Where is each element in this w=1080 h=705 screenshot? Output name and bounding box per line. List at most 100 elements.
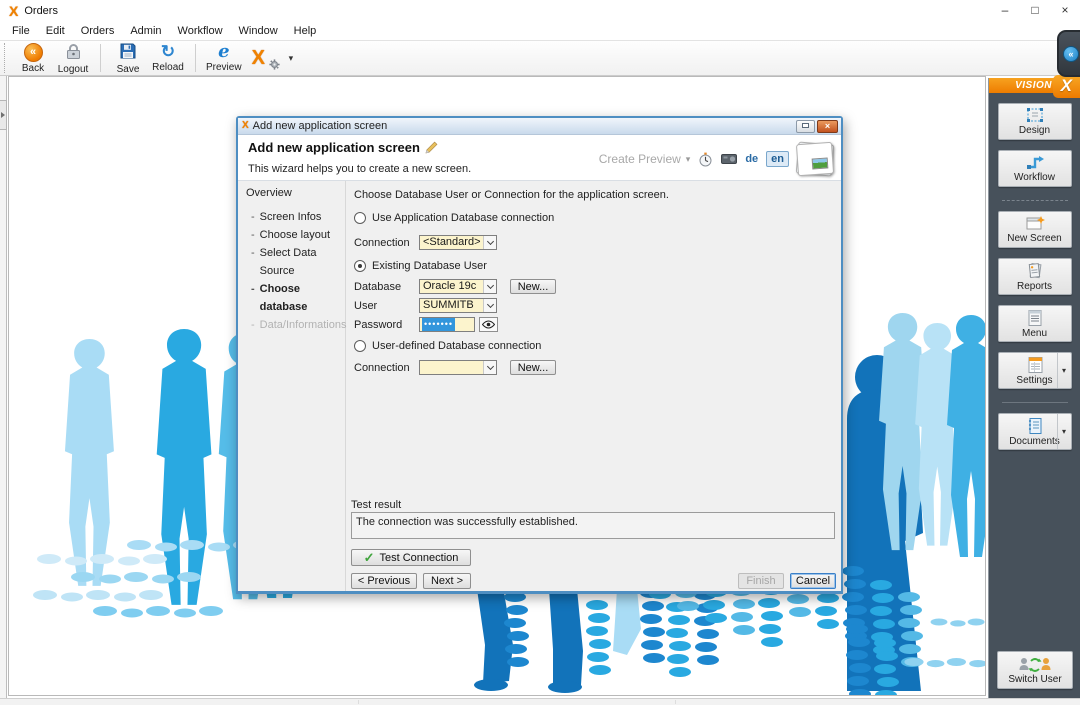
screenshot-icon[interactable] <box>721 153 738 165</box>
documents-icon <box>1028 417 1041 434</box>
collapsed-left-panel <box>0 76 7 698</box>
menu-window[interactable]: Window <box>231 22 286 40</box>
next-button[interactable]: Next > <box>423 573 471 589</box>
vision-panel: VISION X Design Workflow New Screen Repo… <box>988 75 1080 698</box>
user-label: User <box>354 300 378 312</box>
connection-select[interactable]: <Standard> <box>419 235 497 250</box>
language-en-toggle[interactable]: en <box>766 151 789 167</box>
menu-workflow[interactable]: Workflow <box>170 22 231 40</box>
wizard-steps-sidebar: Overview Screen Infos Choose layout Sele… <box>238 181 347 591</box>
wizard-form: Choose Database User or Connection for t… <box>346 181 841 591</box>
workflow-button[interactable]: Workflow <box>997 150 1072 187</box>
menu-orders[interactable]: Orders <box>73 22 123 40</box>
menu-help[interactable]: Help <box>286 22 325 40</box>
save-button[interactable]: Save <box>108 41 148 75</box>
password-value-selected: ••••••• <box>422 318 456 331</box>
wizard-step-choose-layout[interactable]: Choose layout <box>251 226 345 244</box>
switch-user-button[interactable]: Switch User <box>997 651 1073 689</box>
workspace: VISION X Design Workflow New Screen Repo… <box>0 75 1080 698</box>
wizard-step-screen-infos[interactable]: Screen Infos <box>251 208 345 226</box>
user-select[interactable]: SUMMITB <box>419 298 497 313</box>
chevron-down-icon[interactable] <box>483 299 496 312</box>
switch-user-icon <box>1019 657 1051 672</box>
x-app-menu-button[interactable]: X <box>245 41 285 75</box>
chevron-down-icon[interactable] <box>483 236 496 249</box>
wizard-steps-heading: Overview <box>246 187 292 199</box>
logout-button[interactable]: Logout <box>53 41 93 75</box>
test-result-label: Test result <box>351 499 402 511</box>
dialog-heading: Add new application screen <box>248 140 420 155</box>
chevron-down-icon[interactable] <box>483 280 496 293</box>
menu-file[interactable]: File <box>4 22 38 40</box>
add-screen-dialog: X Add new application screen × Add new a… <box>236 116 843 594</box>
documents-button[interactable]: Documents ▾ <box>997 413 1072 450</box>
connection2-label: Connection <box>354 362 410 374</box>
eye-icon <box>482 320 495 329</box>
close-button[interactable]: × <box>1050 0 1080 22</box>
chevron-down-icon[interactable]: ▾ <box>289 53 294 64</box>
radio-use-app-connection[interactable]: Use Application Database connection <box>354 212 554 224</box>
logout-lock-icon <box>64 42 83 63</box>
new-screen-button[interactable]: New Screen <box>997 211 1072 248</box>
cancel-button[interactable]: Cancel <box>790 573 836 589</box>
workflow-icon <box>1026 156 1044 169</box>
vision-title: VISION <box>1015 80 1052 91</box>
wizard-step-select-data-source[interactable]: Select Data Source <box>251 244 345 280</box>
settings-button[interactable]: Settings ▾ <box>997 352 1072 389</box>
toolbar-separator <box>195 44 196 72</box>
chevron-down-icon[interactable]: ▾ <box>686 154 691 165</box>
minimize-button[interactable]: – <box>990 0 1020 22</box>
language-de-toggle[interactable]: de <box>745 153 758 165</box>
maximize-button[interactable]: □ <box>1020 0 1050 22</box>
design-button[interactable]: Design <box>997 103 1072 140</box>
preview-button[interactable]: e Preview <box>203 41 245 75</box>
reports-button[interactable]: Reports <box>997 258 1072 295</box>
wizard-step-data-informations: Data/Informations <box>251 316 347 334</box>
toolbar: « Back Logout Save ↻ Reload e Preview X … <box>0 40 1080 76</box>
reports-icon <box>1028 262 1041 278</box>
right-panel-collapse-tab[interactable]: « <box>1057 30 1080 77</box>
dialog-maximize-button[interactable] <box>796 119 815 133</box>
wizard-step-choose-database[interactable]: Choose database <box>251 280 345 316</box>
reload-button[interactable]: ↻ Reload <box>148 41 188 75</box>
radio-existing-database-user[interactable]: Existing Database User <box>354 260 487 272</box>
vision-panel-header: VISION X <box>989 75 1080 98</box>
radio-user-defined-connection[interactable]: User-defined Database connection <box>354 340 541 352</box>
chevron-down-icon[interactable] <box>483 361 496 374</box>
settings-icon <box>1028 356 1042 373</box>
create-preview-dropdown[interactable]: Create Preview <box>599 152 681 166</box>
radio-circle-checked[interactable] <box>354 260 366 272</box>
toolbar-separator <box>100 44 101 72</box>
show-password-eye-button[interactable] <box>479 317 498 332</box>
vision-x-logo-icon: X <box>1053 75 1080 98</box>
test-connection-button[interactable]: ✓ Test Connection <box>351 549 471 566</box>
previous-button[interactable]: < Previous <box>351 573 417 589</box>
documents-dropdown-arrow-icon[interactable]: ▾ <box>1056 414 1071 449</box>
back-icon: « <box>23 42 43 62</box>
database-new-button[interactable]: New... <box>510 279 556 294</box>
dialog-titlebar[interactable]: X Add new application screen × <box>238 118 841 135</box>
database-select[interactable]: Oracle 19c <box>419 279 497 294</box>
menu-admin[interactable]: Admin <box>122 22 169 40</box>
new-screen-icon <box>1026 216 1045 230</box>
password-label: Password <box>354 319 403 331</box>
reload-icon: ↻ <box>160 42 176 61</box>
dialog-subtitle: This wizard helps you to create a new sc… <box>248 163 472 175</box>
radio-circle[interactable] <box>354 340 366 352</box>
settings-dropdown-arrow-icon[interactable]: ▾ <box>1056 353 1071 388</box>
dialog-close-button[interactable]: × <box>817 119 838 133</box>
menu-bar: File Edit Orders Admin Workflow Window H… <box>0 22 1080 40</box>
preview-thumbnail[interactable] <box>795 141 835 177</box>
left-panel-expander-handle[interactable] <box>0 100 7 130</box>
back-button[interactable]: « Back <box>13 41 53 75</box>
connection-new-button[interactable]: New... <box>510 360 556 375</box>
toolbar-grip[interactable] <box>4 43 8 73</box>
form-instruction: Choose Database User or Connection for t… <box>354 189 669 201</box>
menu-button[interactable]: Menu <box>997 305 1072 342</box>
menu-edit[interactable]: Edit <box>38 22 73 40</box>
window-titlebar: X Orders – □ × <box>0 0 1080 22</box>
password-input[interactable]: ••••••• <box>419 317 475 332</box>
user-defined-connection-select[interactable] <box>419 360 497 375</box>
radio-circle[interactable] <box>354 212 366 224</box>
timer-icon[interactable] <box>698 152 713 167</box>
